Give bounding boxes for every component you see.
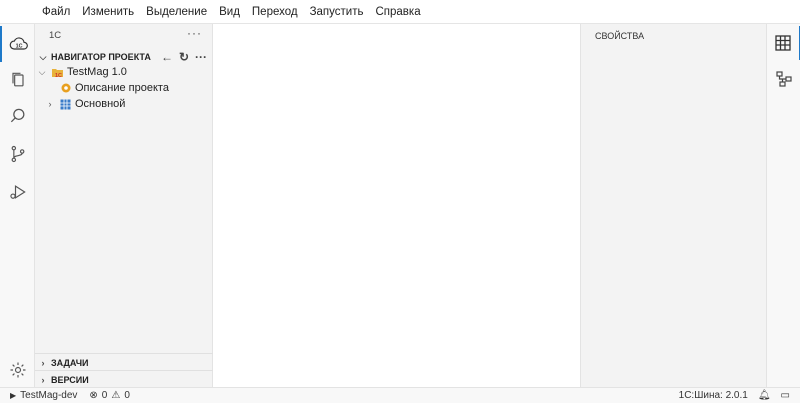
1c-project-icon: 1С xyxy=(51,66,64,79)
warning-count[interactable]: 0 xyxy=(124,390,130,401)
gear-icon xyxy=(59,82,72,95)
refresh-icon[interactable]: ↻ xyxy=(179,50,189,64)
menu-file[interactable]: Файл xyxy=(36,0,76,24)
right-activity-bar xyxy=(766,24,800,387)
activity-bar: 1C xyxy=(0,24,35,387)
version-status[interactable]: 1С:Шина: 2.0.1 xyxy=(679,390,748,401)
chevron-down-icon: ⌵ xyxy=(39,51,47,62)
menu-go[interactable]: Переход xyxy=(246,0,304,24)
svg-text:1С: 1С xyxy=(55,73,62,79)
menu-edit[interactable]: Изменить xyxy=(76,0,140,24)
run-debug-icon[interactable] xyxy=(0,174,35,210)
tree-item-label: TestMag 1.0 xyxy=(67,66,127,78)
sidebar: 1С ··· ⌵ НАВИГАТОР ПРОЕКТА ← ↻ ··· ⌵ 1С … xyxy=(35,24,213,387)
feedback-icon[interactable]: ▭ xyxy=(781,390,790,401)
menu-bar: Файл Изменить Выделение Вид Переход Запу… xyxy=(0,0,800,24)
sidebar-more-button[interactable]: ··· xyxy=(187,26,202,40)
run-project-icon[interactable]: ▶ xyxy=(10,391,16,400)
menu-run[interactable]: Запустить xyxy=(304,0,370,24)
explorer-icon[interactable] xyxy=(0,62,35,98)
warning-icon[interactable]: ⚠ xyxy=(111,390,120,401)
bell-icon[interactable]: 🔔︎ xyxy=(758,390,771,401)
versions-header[interactable]: › ВЕРСИИ xyxy=(35,370,213,388)
properties-title: СВОЙСТВА xyxy=(595,31,645,41)
chevron-right-icon: › xyxy=(48,99,52,109)
table-icon[interactable] xyxy=(767,26,800,60)
tree-item-description[interactable]: Описание проекта xyxy=(35,80,213,96)
project-navigator-title: НАВИГАТОР ПРОЕКТА xyxy=(51,52,151,62)
navigator-more-button[interactable]: ··· xyxy=(195,50,207,64)
project-status[interactable]: TestMag-dev xyxy=(20,390,77,401)
editor-area[interactable] xyxy=(213,24,580,387)
source-control-icon[interactable] xyxy=(0,136,35,172)
1c-cloud-icon[interactable]: 1C xyxy=(0,26,35,62)
chevron-right-icon: › xyxy=(41,374,45,385)
menu-selection[interactable]: Выделение xyxy=(140,0,213,24)
tasks-title: ЗАДАЧИ xyxy=(51,357,89,368)
tree-item-project[interactable]: ⌵ 1С TestMag 1.0 xyxy=(35,64,213,80)
settings-gear-icon[interactable] xyxy=(0,352,35,388)
search-icon[interactable] xyxy=(0,98,35,134)
sidebar-title: 1С xyxy=(49,30,62,41)
tree-item-label: Описание проекта xyxy=(75,82,169,94)
menu-view[interactable]: Вид xyxy=(213,0,246,24)
chevron-down-icon: ⌵ xyxy=(38,66,46,77)
error-icon[interactable]: ⊗ xyxy=(89,390,97,401)
tasks-header[interactable]: › ЗАДАЧИ xyxy=(35,353,213,371)
status-bar: ▶ TestMag-dev ⊗ 0 ⚠ 0 1С:Шина: 2.0.1 🔔︎ … xyxy=(0,387,800,403)
properties-panel: СВОЙСТВА xyxy=(580,24,766,387)
versions-title: ВЕРСИИ xyxy=(51,374,89,385)
menu-help[interactable]: Справка xyxy=(369,0,426,24)
grid-icon xyxy=(59,98,72,111)
back-arrow-icon[interactable]: ← xyxy=(161,50,173,64)
svg-text:1C: 1C xyxy=(15,43,22,49)
error-count[interactable]: 0 xyxy=(102,390,108,401)
chevron-right-icon: › xyxy=(41,357,45,368)
tree-item-main[interactable]: › Основной xyxy=(35,96,213,112)
tree-item-label: Основной xyxy=(75,98,126,110)
structure-icon[interactable] xyxy=(767,62,800,96)
